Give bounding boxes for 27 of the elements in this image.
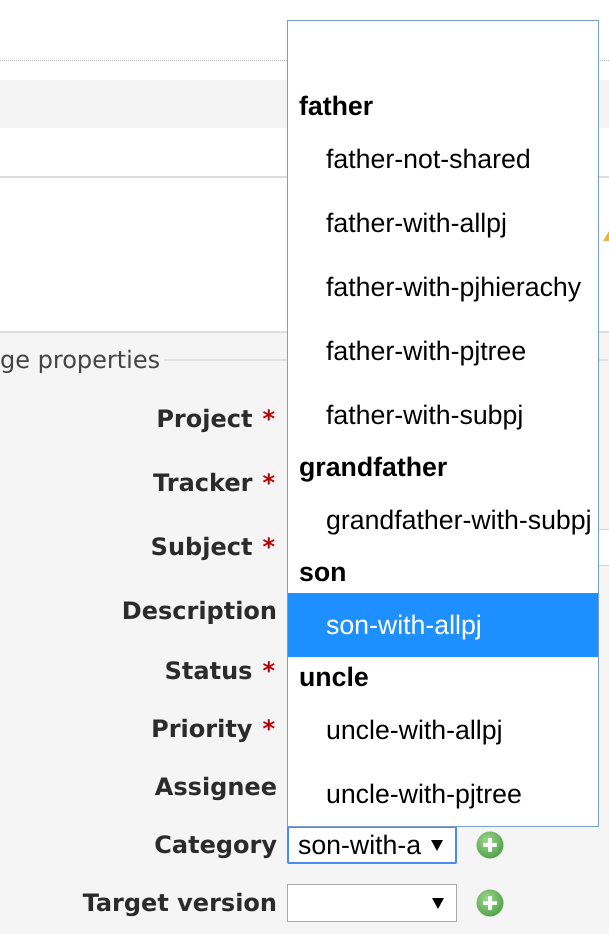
add-icon[interactable] xyxy=(476,889,504,917)
required-mark: * xyxy=(262,659,275,683)
select-field[interactable]: son-with-a xyxy=(287,826,457,864)
required-mark: * xyxy=(262,535,275,559)
option-group-label: uncle xyxy=(299,664,369,691)
field-label: Tracker xyxy=(153,471,252,495)
triangle-icon xyxy=(603,231,609,241)
field-label: Description xyxy=(122,598,277,622)
dropdown-arrow-icon xyxy=(431,839,443,851)
required-mark: * xyxy=(262,407,275,431)
required-mark: * xyxy=(262,717,275,741)
option-group-label: son xyxy=(299,559,346,586)
fieldset-legend: ge properties xyxy=(0,348,160,372)
field-label: Subject xyxy=(150,535,252,559)
field-label: Status xyxy=(164,659,252,683)
option-group-label: grandfather xyxy=(299,454,448,481)
add-icon[interactable] xyxy=(476,831,504,859)
required-mark: * xyxy=(262,471,275,495)
field-label: Assignee xyxy=(154,775,277,799)
select-field[interactable] xyxy=(287,884,457,922)
field-label: Priority xyxy=(151,717,252,741)
subject-field[interactable] xyxy=(598,528,609,566)
dropdown-arrow-icon xyxy=(432,897,444,909)
field-label: Project xyxy=(156,407,252,431)
option-group-label: father xyxy=(299,93,374,120)
field-label: Target version xyxy=(82,891,277,915)
field-label: Category xyxy=(154,833,277,857)
